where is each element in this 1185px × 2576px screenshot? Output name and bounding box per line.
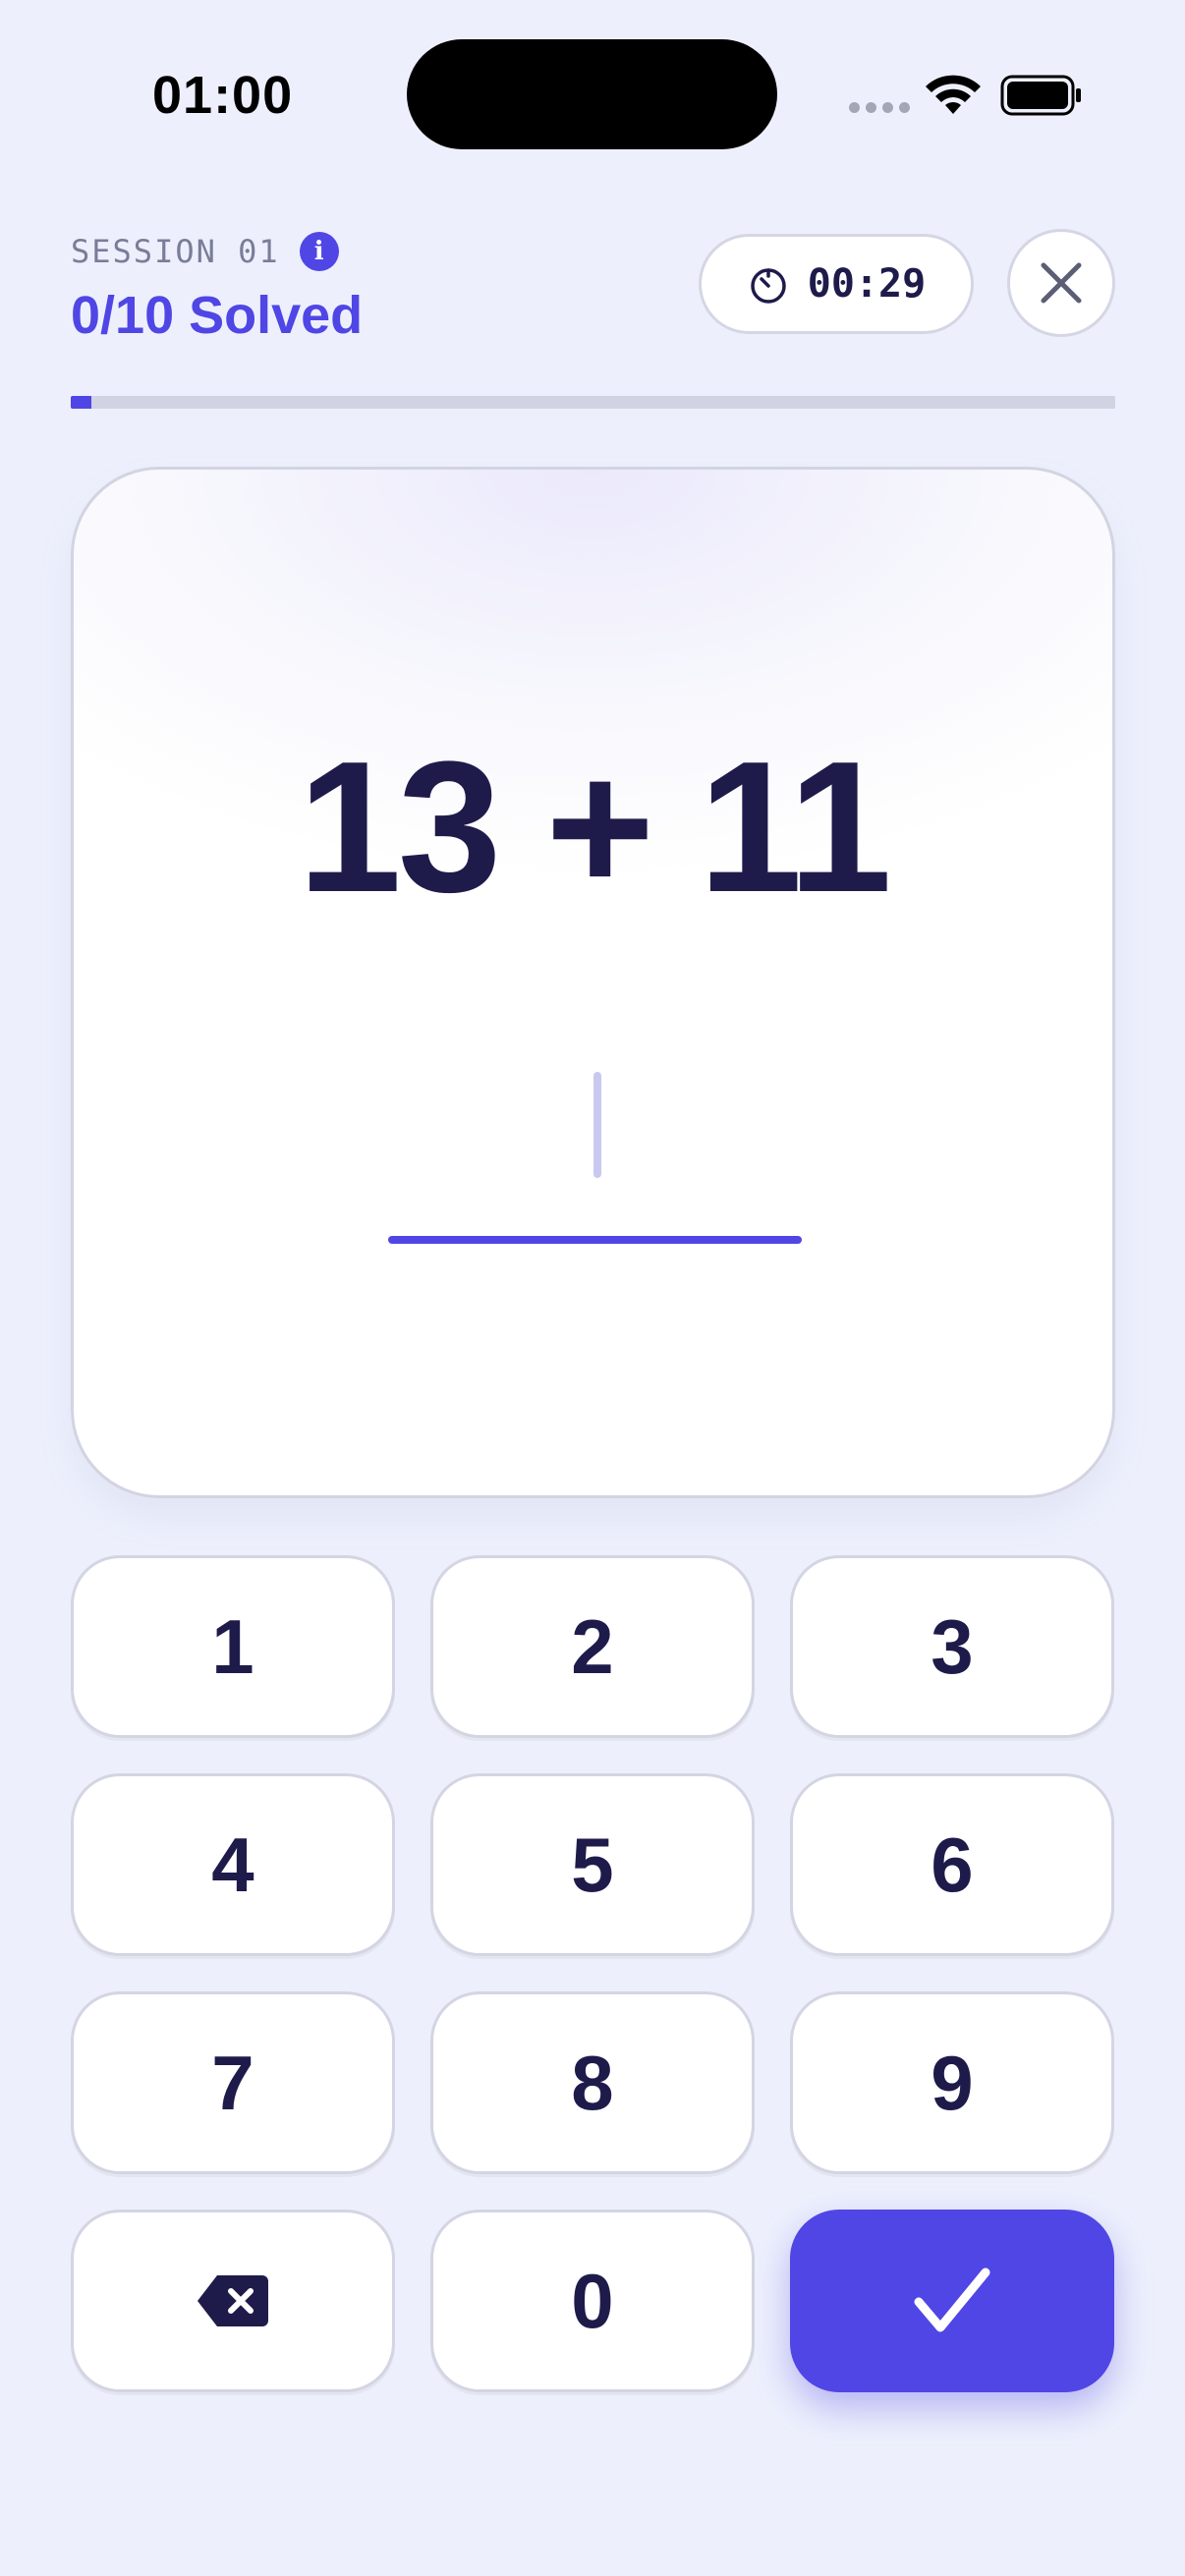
key-7[interactable]: 7 bbox=[71, 1991, 395, 2174]
key-9[interactable]: 9 bbox=[790, 1991, 1114, 2174]
session-header: SESSION 01 i bbox=[71, 232, 339, 271]
submit-button[interactable] bbox=[790, 2210, 1114, 2392]
problem-expression: 13 + 11 bbox=[298, 723, 892, 931]
checkmark-icon bbox=[914, 2268, 990, 2332]
battery-icon bbox=[1000, 75, 1081, 116]
key-4[interactable]: 4 bbox=[71, 1773, 395, 1956]
timer-value: 00:29 bbox=[807, 261, 927, 307]
answer-cursor bbox=[593, 1072, 601, 1178]
dynamic-island bbox=[407, 39, 777, 149]
solved-count: 0/10 Solved bbox=[71, 286, 364, 345]
stopwatch-icon bbox=[751, 268, 786, 304]
close-icon bbox=[1041, 262, 1082, 304]
key-0[interactable]: 0 bbox=[430, 2210, 755, 2392]
progress-fill bbox=[71, 396, 92, 409]
cellular-signal-icon bbox=[849, 102, 910, 113]
timer-pill: 00:29 bbox=[699, 234, 974, 334]
close-button[interactable] bbox=[1007, 229, 1115, 337]
info-icon[interactable]: i bbox=[299, 232, 339, 271]
answer-input-underline bbox=[388, 1236, 802, 1244]
session-label: SESSION 01 bbox=[71, 233, 280, 270]
status-bar: 01:00 bbox=[0, 0, 1185, 177]
key-2[interactable]: 2 bbox=[430, 1555, 755, 1738]
key-8[interactable]: 8 bbox=[430, 1991, 755, 2174]
backspace-button[interactable] bbox=[71, 2210, 395, 2392]
wifi-icon bbox=[926, 75, 981, 114]
progress-bar bbox=[71, 396, 1115, 409]
key-5[interactable]: 5 bbox=[430, 1773, 755, 1956]
backspace-icon bbox=[198, 2275, 268, 2326]
key-1[interactable]: 1 bbox=[71, 1555, 395, 1738]
key-6[interactable]: 6 bbox=[790, 1773, 1114, 1956]
key-3[interactable]: 3 bbox=[790, 1555, 1114, 1738]
problem-card: 13 + 11 bbox=[71, 467, 1115, 1498]
status-time: 01:00 bbox=[152, 66, 294, 125]
